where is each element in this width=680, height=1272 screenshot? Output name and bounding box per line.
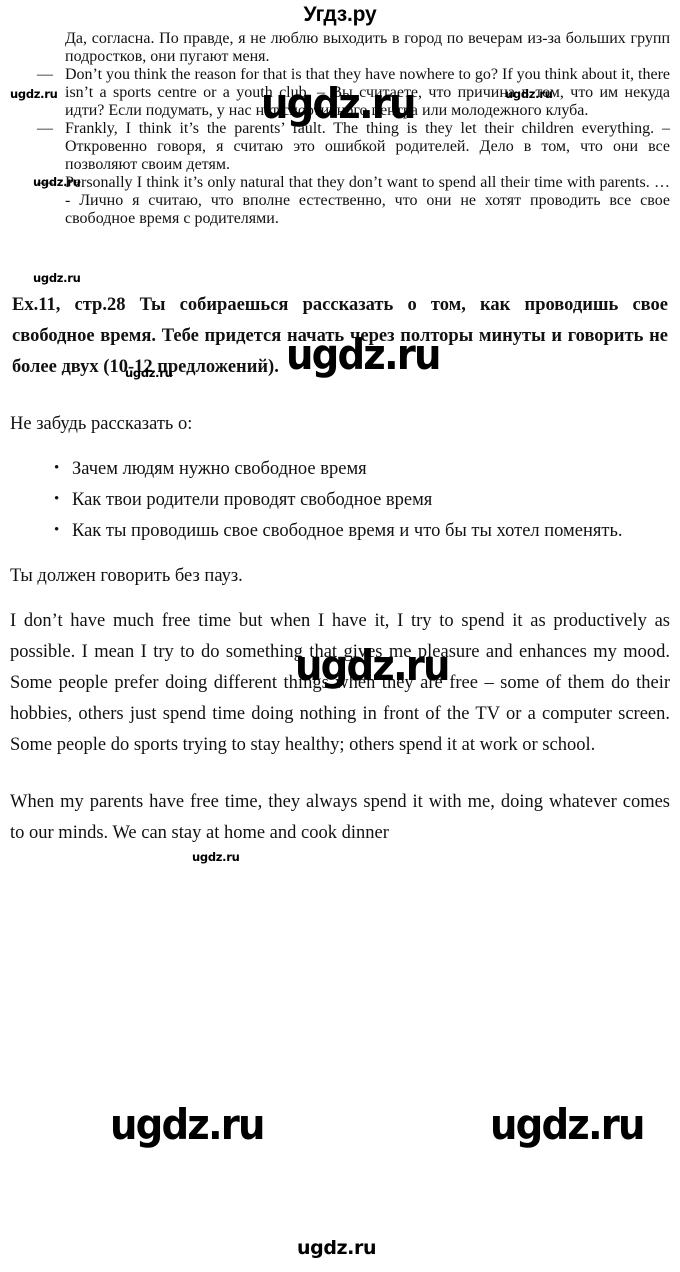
- list-item: • Как ты проводишь свое свободное время …: [10, 516, 670, 547]
- list-item: • Как твои родители проводят свободное в…: [10, 485, 670, 516]
- watermark-large: ugdz.ru: [110, 1100, 266, 1149]
- dialogue-turn: — Personally I think it’s only natural t…: [10, 174, 670, 228]
- page-content: Да, согласна. По правде, я не люблю выхо…: [10, 30, 670, 849]
- answer-paragraph: I don’t have much free time but when I h…: [10, 611, 670, 755]
- dialogue-turn: — Don’t you think the reason for that is…: [10, 66, 670, 120]
- dialogue-intro: Да, согласна. По правде, я не люблю выхо…: [65, 30, 670, 65]
- exercise-title: Ex.11, стр.28 Ты собираешься рассказать …: [12, 295, 668, 377]
- em-dash: —: [37, 66, 53, 83]
- dialogue-turn: — Frankly, I think it’s the parents’ fau…: [10, 120, 670, 174]
- bullet-icon: •: [54, 491, 60, 507]
- page-root: Угдз.ру Да, согласна. По правде, я не лю…: [0, 0, 680, 1272]
- task-note: Ты должен говорить без пауз.: [10, 566, 243, 586]
- bullet-icon: •: [54, 460, 60, 476]
- task-bullet-list: • Зачем людям нужно свободное время • Ка…: [10, 454, 670, 547]
- watermark-footer: ugdz.ru: [297, 1237, 377, 1259]
- answer-paragraph: When my parents have free time, they alw…: [10, 792, 670, 843]
- dialogue-turn-text: Personally I think it’s only natural tha…: [65, 174, 670, 227]
- list-item-label: Как ты проводишь свое свободное время и …: [72, 521, 623, 541]
- list-item-label: Зачем людям нужно свободное время: [72, 459, 367, 479]
- watermark-large: ugdz.ru: [490, 1100, 646, 1149]
- dialogue-turn-text: Don’t you think the reason for that is t…: [65, 66, 670, 119]
- task-lead-in: Не забудь рассказать о:: [10, 414, 193, 434]
- list-item: • Зачем людям нужно свободное время: [10, 454, 670, 485]
- dialogue-turn-text: Frankly, I think it’s the parents’ fault…: [65, 120, 670, 173]
- site-title: Угдз.ру: [303, 3, 377, 26]
- watermark-small: ugdz.ru: [192, 850, 240, 864]
- em-dash: —: [37, 120, 53, 137]
- list-item-label: Как твои родители проводят свободное вре…: [72, 490, 433, 510]
- bullet-icon: •: [54, 522, 60, 538]
- em-dash: —: [37, 174, 53, 191]
